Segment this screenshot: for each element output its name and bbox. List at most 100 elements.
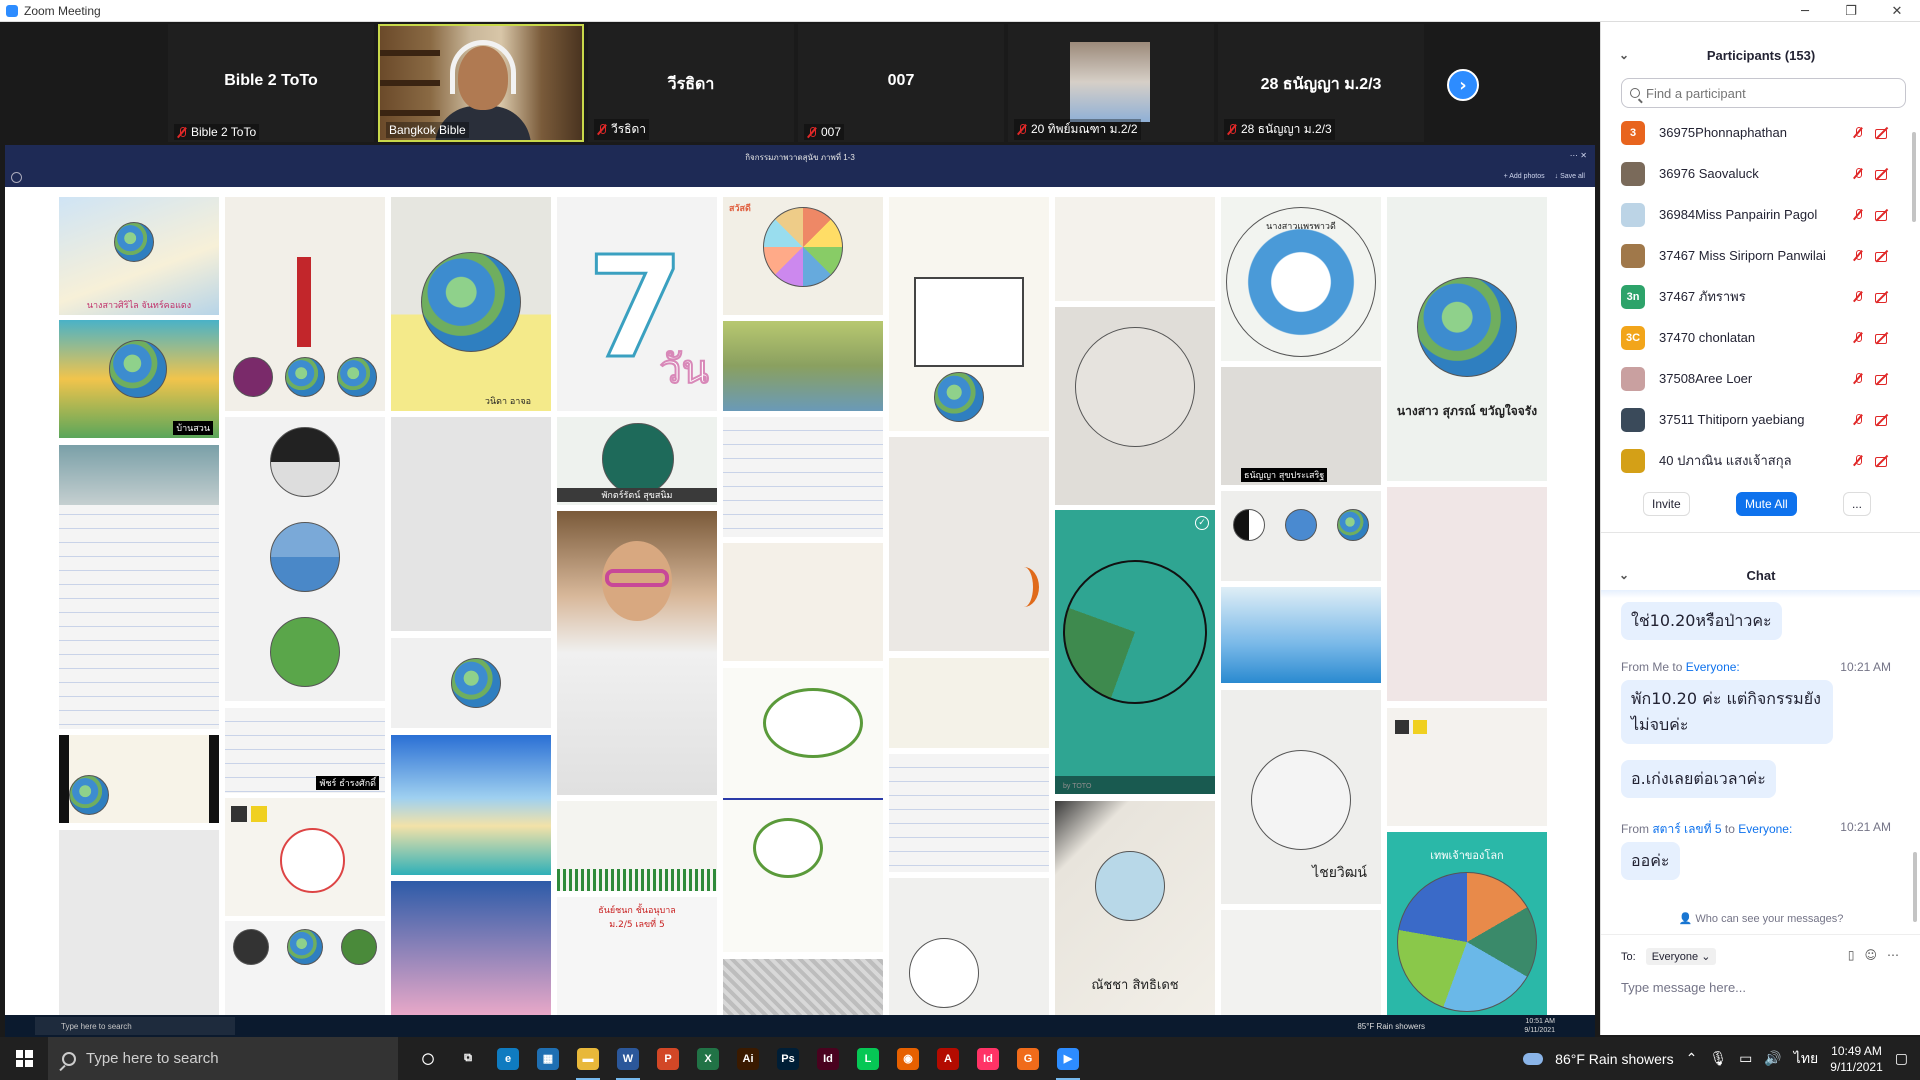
drawing-photo[interactable]: วนิดา อาจอ — [391, 197, 551, 411]
participant-row[interactable]: 36984Miss Panpairin Pagol — [1601, 194, 1911, 235]
drawing-photo[interactable] — [1221, 491, 1381, 581]
drawing-photo[interactable]: ธันย์ชนก ชั้นอนุบาล ม.2/5 เลขที่ 5 — [557, 897, 717, 1015]
video-tile-active-speaker[interactable]: Bangkok Bible — [378, 24, 584, 142]
drawing-photo[interactable]: สวัสดี — [723, 197, 883, 315]
volume-icon[interactable]: 🔊 — [1764, 1050, 1781, 1067]
participants-scrollbar[interactable] — [1912, 132, 1916, 222]
drawing-photo[interactable] — [557, 511, 717, 795]
indesign2-taskbar-button[interactable]: Id — [968, 1037, 1008, 1080]
drawing-photo[interactable]: เทพเจ้าของโลก — [1387, 832, 1547, 1015]
drawing-photo[interactable]: 7 วัน — [557, 197, 717, 411]
drawing-photo[interactable] — [59, 735, 219, 823]
video-off-icon[interactable] — [1875, 127, 1891, 139]
drawing-photo[interactable] — [391, 735, 551, 875]
video-off-icon[interactable] — [1875, 332, 1891, 344]
illustrator-taskbar-button[interactable]: Ai — [728, 1037, 768, 1080]
file-icon[interactable]: ▯ — [1848, 948, 1855, 962]
drawing-photo[interactable] — [391, 417, 551, 631]
mic-muted-icon[interactable] — [1853, 454, 1863, 466]
drawing-photo[interactable] — [889, 878, 1049, 1015]
video-tile[interactable]: 007 007 — [798, 24, 1004, 142]
more-button[interactable]: ... — [1842, 492, 1871, 516]
drawing-photo[interactable] — [889, 197, 1049, 431]
more-icon[interactable]: ⋯ — [1887, 948, 1899, 962]
save-all-link[interactable]: ↓ Save all — [1555, 173, 1585, 180]
photoshop-taskbar-button[interactable]: Ps — [768, 1037, 808, 1080]
drawing-photo[interactable] — [1055, 197, 1215, 301]
video-off-icon[interactable] — [1875, 373, 1891, 385]
drawing-photo[interactable] — [391, 638, 551, 728]
start-button[interactable] — [0, 1037, 48, 1080]
video-tile[interactable]: 28 ธนัญญา ม.2/3 28 ธนัญญา ม.2/3 — [1218, 24, 1424, 142]
chevron-up-icon[interactable]: ⌃ — [1686, 1050, 1698, 1067]
check-icon[interactable]: ✓ — [1195, 516, 1209, 530]
drawing-photo[interactable]: นางสาวแพรพาวดี — [1221, 197, 1381, 361]
drawing-photo[interactable] — [1387, 708, 1547, 826]
drawing-photo[interactable] — [1055, 307, 1215, 505]
participant-row[interactable]: 40 ปภาณิน แสงเจ้าสกุล — [1601, 440, 1911, 481]
weather-text[interactable]: 86°F Rain showers — [1555, 1051, 1673, 1067]
drawing-photo[interactable] — [59, 445, 219, 729]
video-tile[interactable]: 20 ทิพย์มณฑา ม.2/2 — [1008, 24, 1214, 142]
mic-muted-icon[interactable] — [1853, 167, 1863, 179]
mic-muted-icon[interactable] — [1853, 126, 1863, 138]
acrobat-taskbar-button[interactable]: A — [928, 1037, 968, 1080]
drawing-photo[interactable] — [557, 801, 717, 891]
file-explorer-taskbar-button[interactable]: ▬ — [568, 1037, 608, 1080]
drawing-photo[interactable] — [723, 417, 883, 537]
drawing-photo[interactable]: ณัชชา สิทธิเดช — [1055, 801, 1215, 1015]
drawing-photo[interactable] — [59, 830, 219, 1015]
add-photos-link[interactable]: + Add photos — [1504, 173, 1545, 180]
firefox-taskbar-button[interactable]: ◉ — [888, 1037, 928, 1080]
indesign-taskbar-button[interactable]: Id — [808, 1037, 848, 1080]
zoom-taskbar-button[interactable]: ▶ — [1048, 1037, 1088, 1080]
drawing-photo[interactable] — [1221, 910, 1381, 1015]
language-indicator[interactable]: ไทย — [1794, 1048, 1818, 1070]
excel-taskbar-button[interactable]: X — [688, 1037, 728, 1080]
recipient-select[interactable]: Everyone ⌄ — [1645, 948, 1717, 965]
video-tile[interactable]: Bible 2 ToTo Bible 2 ToTo — [168, 24, 374, 142]
drawing-photo[interactable] — [889, 658, 1049, 748]
drawing-photo[interactable]: บ้านสวน — [59, 320, 219, 438]
participant-search-input[interactable] — [1646, 85, 1886, 101]
participant-row[interactable]: 3 36975Phonnaphathan — [1601, 112, 1911, 153]
drawing-photo[interactable] — [225, 197, 385, 411]
video-off-icon[interactable] — [1875, 209, 1891, 221]
notification-icon[interactable]: ▢ — [1895, 1050, 1908, 1067]
drawing-photo[interactable]: ธนัญญา สุขประเสริฐ — [1221, 367, 1381, 485]
powerpoint-taskbar-button[interactable]: P — [648, 1037, 688, 1080]
microphone-icon[interactable]: 🎙 — [1709, 1050, 1727, 1067]
mic-muted-icon[interactable] — [1853, 208, 1863, 220]
drawing-photo[interactable] — [723, 543, 883, 661]
mic-muted-icon[interactable] — [1853, 331, 1863, 343]
taskbar-clock[interactable]: 10:49 AM 9/11/2021 — [1830, 1043, 1883, 1075]
line-taskbar-button[interactable]: L — [848, 1037, 888, 1080]
network-icon[interactable]: ▭ — [1739, 1050, 1752, 1067]
mic-muted-icon[interactable] — [1853, 413, 1863, 425]
drawing-photo[interactable]: ไชยวิฒน์ — [1221, 690, 1381, 904]
video-tile[interactable]: วีรธิดา วีรธิดา — [588, 24, 794, 142]
drawing-photo[interactable] — [391, 881, 551, 1015]
word-taskbar-button[interactable]: W — [608, 1037, 648, 1080]
drawing-photo[interactable]: นางสาวศิริไล จันทร์คอแดง — [59, 197, 219, 315]
drawing-photo[interactable]: พักตร์รัตน์ สุขสนิม — [557, 417, 717, 505]
video-off-icon[interactable] — [1875, 250, 1891, 262]
drawing-photo-selected[interactable]: ✓ by TOTO — [1055, 510, 1215, 794]
minimize-button[interactable]: ─ — [1782, 0, 1828, 22]
drawing-photo[interactable]: นางสาว สุภรณ์ ขวัญใจจรัง — [1387, 197, 1547, 481]
mic-muted-icon[interactable] — [1853, 372, 1863, 384]
participant-row[interactable]: 36976 Saovaluck — [1601, 153, 1911, 194]
taskbar-search[interactable]: Type here to search — [48, 1037, 398, 1080]
chevron-down-icon[interactable]: ⌄ — [1619, 568, 1629, 582]
share-top-icons[interactable]: ⋯ ✕ — [1570, 151, 1587, 160]
drawing-photo[interactable] — [723, 321, 883, 411]
invite-button[interactable]: Invite — [1643, 492, 1690, 516]
chevron-down-icon[interactable]: ⌄ — [1619, 48, 1629, 62]
video-off-icon[interactable] — [1875, 414, 1891, 426]
cortana-taskbar-button[interactable]: ◯ — [408, 1037, 448, 1080]
drawing-photo[interactable] — [889, 754, 1049, 872]
restore-button[interactable]: ❐ — [1828, 0, 1874, 22]
edge-taskbar-button[interactable]: e — [488, 1037, 528, 1080]
close-button[interactable]: ✕ — [1874, 0, 1920, 22]
participant-row[interactable]: 37508Aree Loer — [1601, 358, 1911, 399]
